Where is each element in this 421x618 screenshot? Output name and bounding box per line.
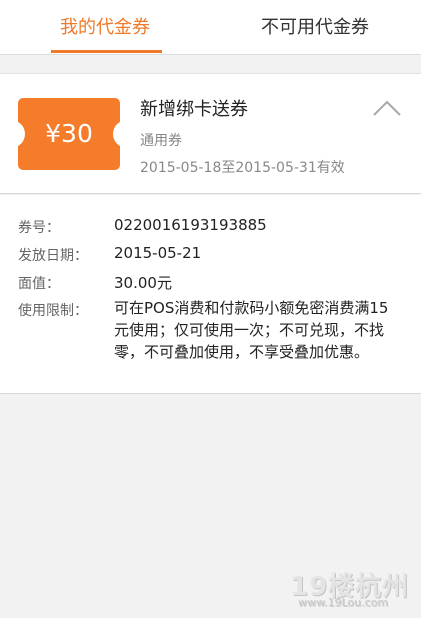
- coupon-number-value: 0220016193193885: [114, 216, 267, 234]
- site-watermark: 19楼杭州 www.19Lou.com: [290, 566, 415, 610]
- watermark-url: www.19Lou.com: [298, 596, 389, 609]
- tab-my-coupons[interactable]: 我的代金券: [0, 0, 210, 55]
- coupon-amount: ¥30: [45, 119, 93, 148]
- usage-restriction-value: 可在POS消费和付款码小额免密消费满15元使用；仅可使用一次；不可兑现，不找零，…: [114, 299, 389, 361]
- face-value-value: 30.00元: [114, 274, 172, 292]
- active-tab-indicator: [51, 50, 162, 53]
- usage-restriction-label: 使用限制：: [18, 303, 88, 319]
- coupon-details: 券号： 0220016193193885 发放日期： 2015-05-21 面值…: [0, 195, 421, 394]
- coupon-card[interactable]: ¥30 新增绑卡送券 通用券 2015-05-18至2015-05-31有效: [0, 73, 421, 194]
- coupon-number-label: 券号：: [18, 220, 60, 236]
- coupon-ticket-badge: ¥30: [11, 98, 127, 170]
- face-value-label: 面值：: [18, 276, 60, 292]
- coupon-validity: 2015-05-18至2015-05-31有效: [140, 160, 345, 176]
- coupon-tabs: 我的代金券 不可用代金券: [0, 0, 421, 55]
- issue-date-value: 2015-05-21: [114, 244, 202, 262]
- issue-date-label: 发放日期：: [18, 248, 88, 264]
- coupon-type: 通用券: [140, 133, 182, 149]
- coupon-title: 新增绑卡送券: [140, 99, 248, 120]
- tab-unavailable-coupons[interactable]: 不可用代金券: [210, 0, 420, 55]
- chevron-up-icon[interactable]: [373, 100, 401, 116]
